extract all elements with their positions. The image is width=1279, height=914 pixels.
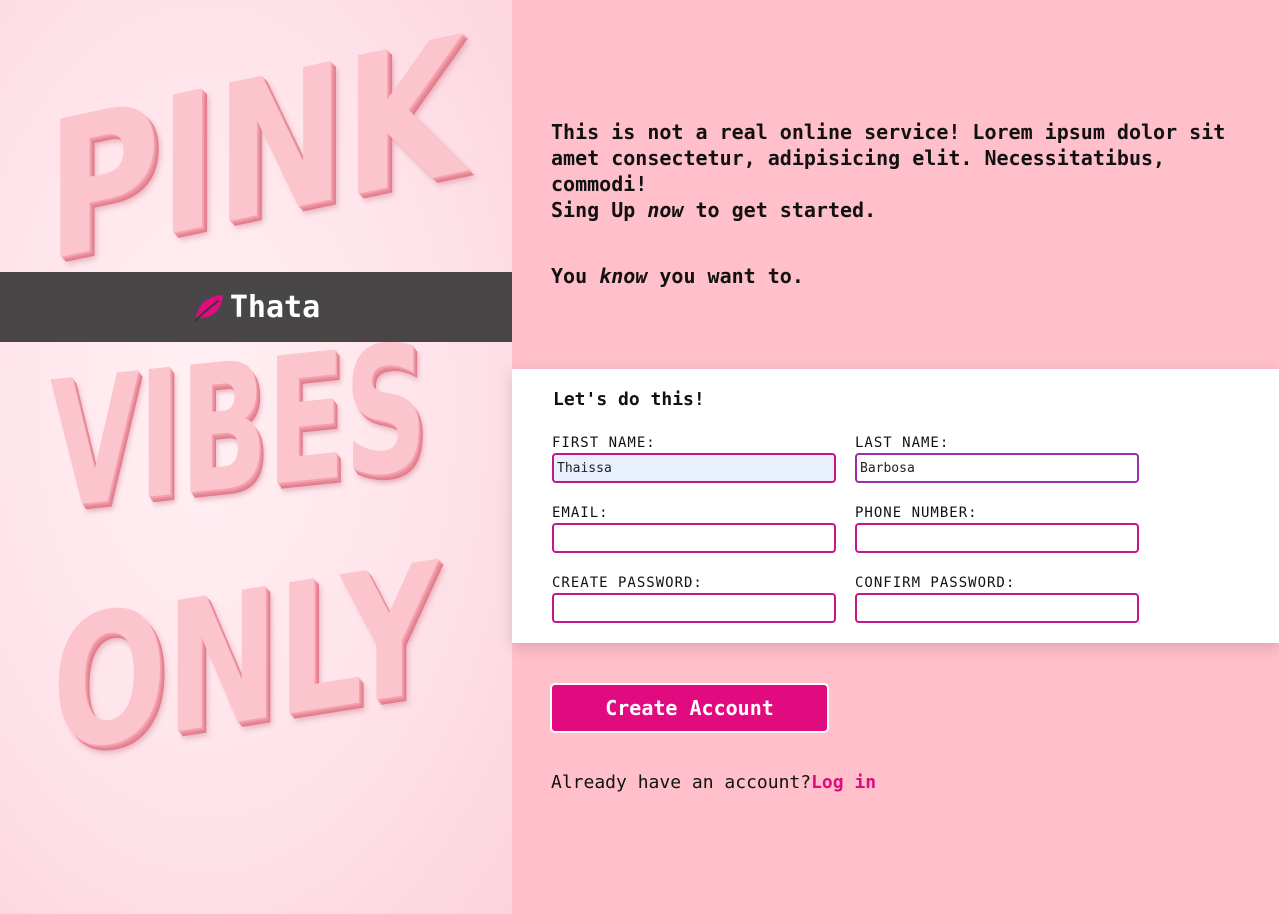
intro-tagline-after: you want to.	[647, 264, 804, 288]
last-name-input[interactable]	[855, 453, 1139, 483]
create-account-button[interactable]: Create Account	[550, 683, 829, 733]
login-prompt-text: Already have an account?	[551, 772, 812, 793]
hero-panel: PINK VIBES ONLY Thata	[0, 0, 512, 914]
intro-text: This is not a real online service! Lorem…	[551, 119, 1251, 289]
brand-bar: Thata	[0, 272, 512, 342]
confirm-password-group: CONFIRM PASSWORD:	[855, 575, 1139, 623]
intro-line: This is not a real online service! Lorem…	[551, 120, 1226, 196]
phone-input[interactable]	[855, 523, 1139, 553]
first-name-group: FIRST NAME:	[552, 435, 836, 483]
confirm-password-label: CONFIRM PASSWORD:	[855, 575, 1016, 591]
phone-label: PHONE NUMBER:	[855, 505, 978, 521]
confirm-password-input[interactable]	[855, 593, 1139, 623]
email-group: EMAIL:	[552, 505, 836, 553]
hero-word-vibes: VIBES	[50, 306, 426, 549]
hero-word-pink: PINK	[46, 0, 463, 306]
password-input[interactable]	[552, 593, 836, 623]
login-prompt: Already have an account?Log in	[551, 772, 876, 793]
email-label: EMAIL:	[552, 505, 609, 521]
intro-cta-before: Sing Up	[551, 198, 648, 222]
first-name-label: FIRST NAME:	[552, 435, 656, 451]
password-label: CREATE PASSWORD:	[552, 575, 703, 591]
intro-tagline: You know you want to.	[551, 263, 1251, 289]
form-title: Let's do this!	[553, 389, 705, 410]
intro-cta: Sing Up now to get started.	[551, 197, 1251, 223]
brand-name: Thata	[229, 289, 321, 325]
intro-tagline-before: You	[551, 264, 600, 288]
intro-cta-emphasis: now	[647, 198, 684, 222]
intro-tagline-emphasis: know	[599, 264, 648, 288]
hero-word-only: ONLY	[52, 524, 437, 794]
email-input[interactable]	[552, 523, 836, 553]
signup-form: Let's do this! FIRST NAME: LAST NAME: EM…	[512, 369, 1279, 643]
phone-group: PHONE NUMBER:	[855, 505, 1139, 553]
password-group: CREATE PASSWORD:	[552, 575, 836, 623]
login-link[interactable]: Log in	[811, 772, 876, 793]
first-name-input[interactable]	[552, 453, 836, 483]
last-name-group: LAST NAME:	[855, 435, 1139, 483]
last-name-label: LAST NAME:	[855, 435, 950, 451]
leaf-icon	[192, 290, 226, 324]
intro-cta-after: to get started.	[683, 198, 877, 222]
